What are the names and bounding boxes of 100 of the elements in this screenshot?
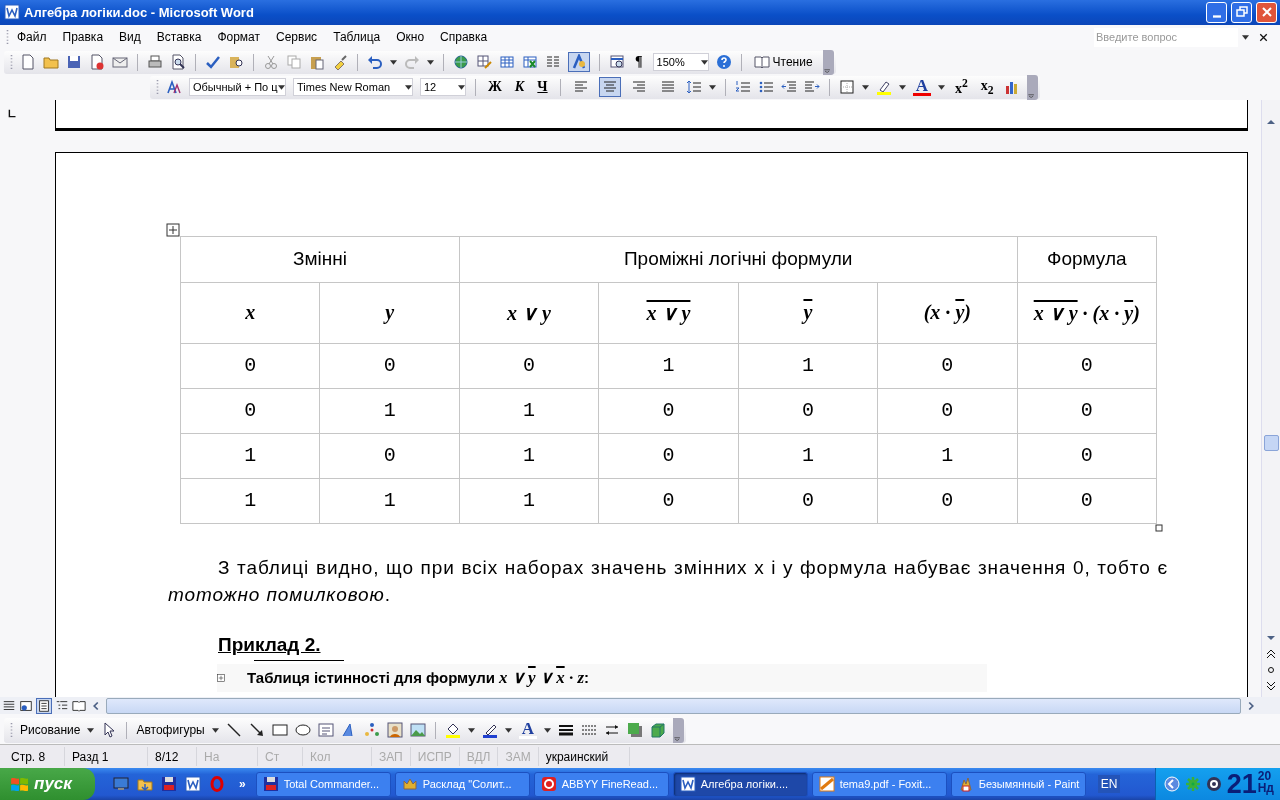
subscript-button[interactable]: x$_{2}$	[977, 77, 997, 97]
show-formatting-button[interactable]: ¶	[632, 54, 646, 71]
dropdown-caret-icon[interactable]	[211, 727, 219, 733]
shadow-icon[interactable]	[627, 722, 643, 739]
help-icon[interactable]	[715, 54, 732, 71]
taskbar-button[interactable]: tema9.pdf - Foxit...	[811, 771, 947, 797]
dropdown-caret-icon[interactable]	[390, 59, 397, 65]
language-indicator[interactable]: EN	[1097, 775, 1121, 793]
menu-item[interactable]: Файл	[9, 28, 55, 47]
borders-icon[interactable]	[838, 79, 855, 96]
permission-icon[interactable]	[89, 54, 105, 71]
rectangle-icon[interactable]	[271, 722, 288, 739]
document-map-icon[interactable]	[609, 54, 625, 71]
format-painter-icon[interactable]	[332, 54, 348, 71]
line-style-icon[interactable]	[558, 722, 574, 739]
dropdown-caret-icon[interactable]	[87, 727, 95, 733]
dropdown-caret-icon[interactable]	[504, 727, 512, 733]
menu-item[interactable]: Справка	[432, 28, 496, 47]
text-box-icon[interactable]	[317, 722, 334, 739]
tray-app-icon[interactable]	[1205, 776, 1222, 792]
table-move-handle-icon[interactable]	[166, 222, 180, 237]
autoshapes-menu[interactable]: Автофигуры	[136, 723, 205, 738]
dropdown-caret-icon[interactable]	[544, 727, 551, 733]
normal-view-icon[interactable]	[2, 698, 16, 713]
superscript-button[interactable]: x$^{2}$	[951, 77, 971, 97]
spreadsheet-icon[interactable]	[522, 54, 538, 71]
show-hidden-icon[interactable]	[1163, 776, 1180, 792]
highlighter-icon[interactable]	[875, 79, 892, 96]
word-app-icon[interactable]	[185, 776, 201, 792]
dropdown-caret-icon[interactable]	[427, 59, 434, 65]
hyperlink-icon[interactable]	[453, 54, 469, 71]
taskbar-button[interactable]: ABBYY FineRead...	[533, 771, 669, 797]
close-button[interactable]	[1256, 1, 1277, 23]
taskbar-button[interactable]: Безымянный - Paint	[950, 771, 1086, 797]
reading-view-icon[interactable]	[72, 698, 86, 713]
dropdown-caret-icon[interactable]	[861, 84, 869, 90]
web-view-icon[interactable]	[19, 698, 33, 713]
font-color-button[interactable]: A	[518, 721, 537, 740]
line-spacing-icon[interactable]	[685, 79, 702, 96]
chart-icon[interactable]	[1003, 79, 1020, 96]
menu-item[interactable]: Сервис	[268, 28, 326, 47]
taskbar-button[interactable]: Total Commander...	[255, 771, 391, 797]
print-icon[interactable]	[147, 54, 163, 71]
dropdown-caret-icon[interactable]	[467, 727, 475, 733]
line-icon[interactable]	[225, 722, 242, 739]
spelling-icon[interactable]	[205, 54, 221, 71]
menu-item[interactable]: Формат	[209, 28, 269, 47]
new-document-icon[interactable]	[20, 54, 36, 71]
dropdown-caret-icon[interactable]	[1242, 34, 1249, 40]
folder-icon[interactable]	[43, 54, 59, 71]
dropdown-caret-icon[interactable]	[708, 84, 716, 90]
font-size-combo[interactable]: 12	[420, 78, 466, 97]
drawing-menu[interactable]: Рисование	[20, 723, 81, 738]
horizontal-scroll-thumb[interactable]	[106, 697, 1241, 714]
clip-art-icon[interactable]	[386, 722, 403, 739]
zoom-combo[interactable]: 150%	[652, 53, 709, 72]
line-color-icon[interactable]	[481, 722, 498, 739]
bold-button[interactable]: Ж	[485, 79, 505, 96]
email-icon[interactable]	[112, 54, 128, 71]
menu-item[interactable]: Таблица	[325, 28, 389, 47]
folder-icon[interactable]	[137, 776, 153, 792]
menu-item[interactable]: Вид	[111, 28, 149, 47]
dropdown-caret-icon[interactable]	[937, 84, 945, 90]
draw-table-icon[interactable]	[476, 54, 492, 71]
table-move-handle-icon[interactable]	[217, 673, 225, 682]
help-search-field[interactable]: Введите вопрос	[1094, 27, 1238, 47]
paste-icon[interactable]	[309, 54, 325, 71]
taskbar-button[interactable]: Алгебра логіки....	[672, 771, 808, 797]
dropdown-caret-icon[interactable]	[898, 84, 906, 90]
desktop-icon[interactable]	[113, 776, 129, 792]
styles-icon[interactable]	[166, 79, 182, 96]
fill-color-icon[interactable]	[444, 722, 461, 739]
reading-button[interactable]: Чтение	[750, 52, 816, 73]
menu-item[interactable]: Окно	[388, 28, 433, 47]
taskbar-button[interactable]: Расклад "Солит...	[394, 771, 530, 797]
font-color-button[interactable]: A	[912, 78, 931, 97]
underline-button[interactable]: Ч	[534, 79, 551, 96]
print-layout-button[interactable]	[36, 697, 52, 714]
research-icon[interactable]	[228, 54, 244, 71]
font-combo[interactable]: Times New Roman	[293, 78, 413, 97]
minimize-button[interactable]	[1206, 1, 1227, 23]
vertical-scrollbar[interactable]	[1261, 99, 1280, 698]
undo-icon[interactable]	[367, 54, 383, 71]
print-preview-icon[interactable]	[170, 54, 186, 71]
picture-icon[interactable]	[409, 722, 426, 739]
save-icon[interactable]	[66, 54, 82, 71]
scroll-thumb[interactable]	[1263, 434, 1279, 451]
table-icon[interactable]	[499, 54, 515, 71]
drawing-button[interactable]	[568, 52, 590, 73]
menu-item[interactable]: Правка	[54, 28, 112, 47]
menu-item[interactable]: Вставка	[148, 28, 210, 47]
cube-icon[interactable]	[650, 722, 666, 739]
align-center-button[interactable]	[598, 77, 621, 98]
style-combo[interactable]: Обычный + По ц	[189, 78, 286, 97]
ellipse-icon[interactable]	[294, 722, 311, 739]
arrow-icon[interactable]	[248, 722, 265, 739]
table-resize-handle-icon[interactable]	[1155, 523, 1163, 532]
more-button[interactable]: »	[239, 777, 246, 791]
italic-button[interactable]: К	[511, 79, 528, 96]
diagram-icon[interactable]	[363, 722, 380, 739]
